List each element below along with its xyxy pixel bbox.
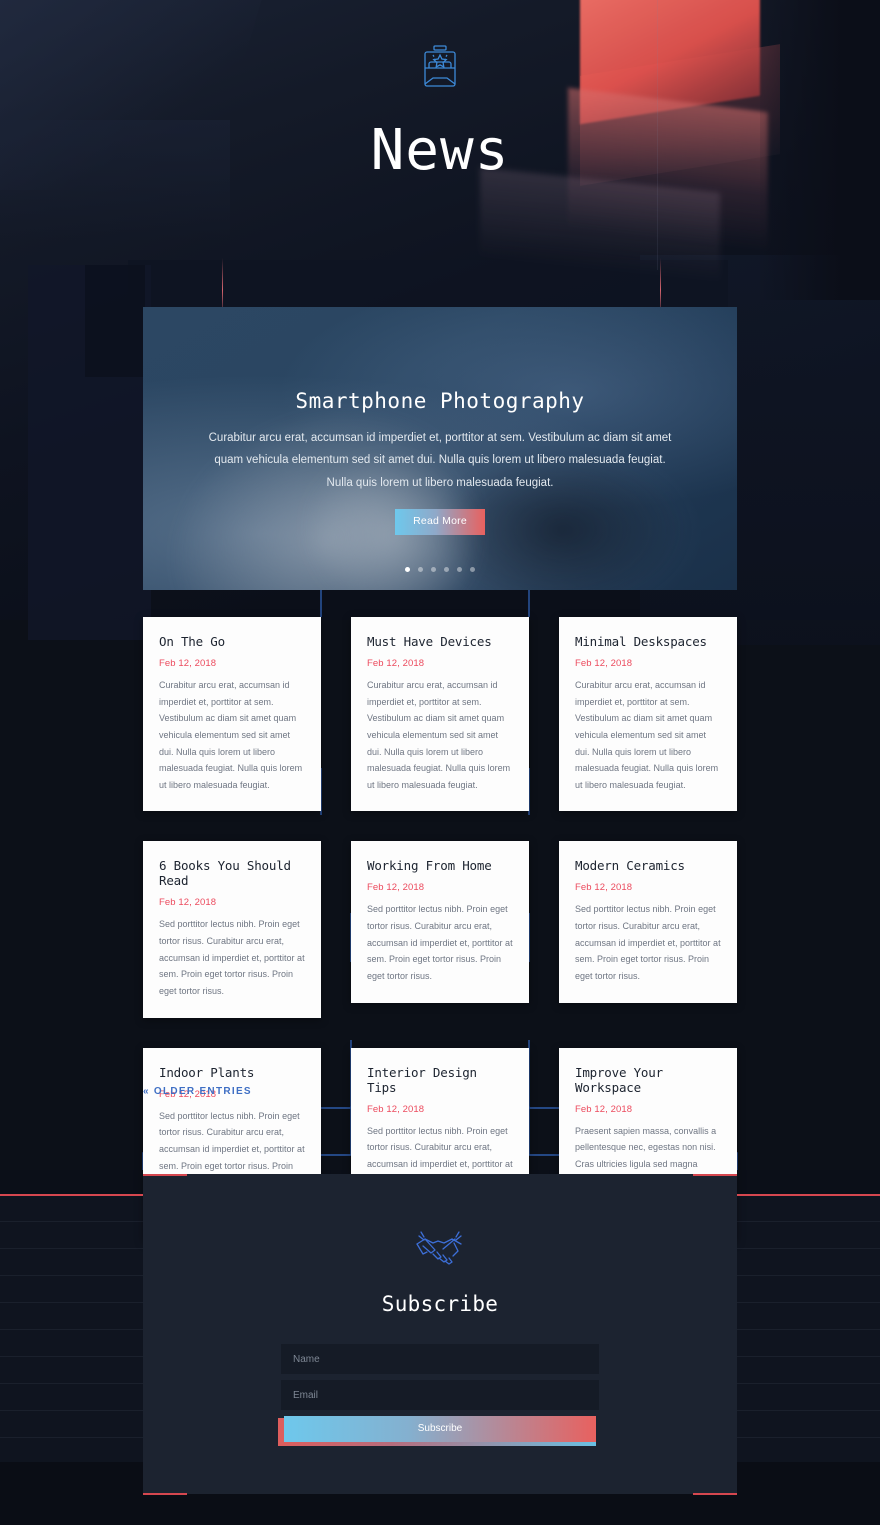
post-title: Interior Design Tips [367, 1064, 477, 1095]
subscribe-accent-top-left [143, 1174, 187, 1176]
post-card[interactable]: Must Have Devices Feb 12, 2018 Curabitur… [351, 617, 529, 812]
post-excerpt: Sed porttitor lectus nibh. Proin eget to… [367, 904, 513, 982]
hero-title: Smartphone Photography [295, 389, 585, 413]
post-date: Feb 12, 2018 [159, 658, 217, 669]
post-card[interactable]: Working From Home Feb 12, 2018 Sed portt… [351, 841, 529, 1003]
post-row-2: 6 Books You Should Read Feb 12, 2018 Sed… [143, 841, 737, 1018]
post-title: Must Have Devices [367, 634, 492, 649]
footer-accent-right [730, 1194, 880, 1196]
subscribe-accent-top-right [693, 1174, 737, 1176]
carousel-dots[interactable] [143, 567, 737, 572]
footer-accent-left [0, 1194, 150, 1196]
subscribe-card: Subscribe Subscribe [143, 1174, 737, 1494]
post-excerpt: Curabitur arcu erat, accumsan id imperdi… [159, 680, 303, 790]
post-date: Feb 12, 2018 [367, 1103, 425, 1115]
handshake-icon [416, 1231, 462, 1265]
subscribe-form: Subscribe [278, 1344, 599, 1446]
post-excerpt: Sed porttitor lectus nibh. Proin eget to… [575, 904, 721, 982]
hero-slider[interactable]: Smartphone Photography Curabitur arcu er… [143, 307, 737, 590]
post-excerpt: Sed porttitor lectus nibh. Proin eget to… [159, 919, 305, 997]
post-card[interactable]: 6 Books You Should Read Feb 12, 2018 Sed… [143, 841, 321, 1018]
post-grid: On The Go Feb 12, 2018 Curabitur arcu er… [143, 617, 737, 1241]
post-title: Modern Ceramics [575, 858, 685, 874]
post-card[interactable]: On The Go Feb 12, 2018 Curabitur arcu er… [143, 617, 321, 812]
read-more-button[interactable]: Read More [395, 509, 485, 535]
subscribe-title: Subscribe [381, 1292, 499, 1316]
post-card[interactable]: Modern Ceramics Feb 12, 2018 Sed porttit… [559, 841, 737, 1003]
subscribe-button-wrapper: Subscribe [278, 1416, 599, 1446]
post-row-1: On The Go Feb 12, 2018 Curabitur arcu er… [143, 617, 737, 812]
hero-description: Curabitur arcu erat, accumsan id imperdi… [208, 432, 672, 489]
page-title: News [370, 118, 510, 183]
post-date: Feb 12, 2018 [367, 658, 425, 669]
post-date: Feb 12, 2018 [575, 658, 633, 669]
subscribe-accent-bottom-right [693, 1493, 737, 1495]
post-title: 6 Books You Should Read [159, 858, 291, 889]
email-input[interactable] [281, 1380, 599, 1410]
carousel-dot[interactable] [444, 567, 449, 572]
post-date: Feb 12, 2018 [159, 897, 217, 909]
post-date: Feb 12, 2018 [367, 882, 425, 894]
post-date: Feb 12, 2018 [575, 1103, 633, 1115]
post-title: Improve Your Workspace [575, 1064, 663, 1095]
older-entries-label: Older Entries [153, 1086, 252, 1097]
post-title: On The Go [159, 634, 225, 649]
carousel-dot[interactable] [405, 567, 410, 572]
carousel-dot[interactable] [418, 567, 423, 572]
post-excerpt: Curabitur arcu erat, accumsan id imperdi… [575, 680, 719, 790]
subscribe-accent-bottom-left [143, 1493, 187, 1495]
post-card[interactable]: Minimal Deskspaces Feb 12, 2018 Curabitu… [559, 617, 737, 812]
page-header: News [0, 0, 880, 183]
post-excerpt: Curabitur arcu erat, accumsan id imperdi… [367, 680, 511, 790]
carousel-dot[interactable] [457, 567, 462, 572]
older-entries-link[interactable]: «Older Entries [143, 1086, 252, 1097]
post-title: Indoor Plants [159, 1064, 255, 1080]
subscribe-button[interactable]: Subscribe [284, 1416, 596, 1442]
carousel-dot[interactable] [431, 567, 436, 572]
carousel-dot[interactable] [470, 567, 475, 572]
chevron-left-icon: « [143, 1086, 150, 1097]
briefcase-star-icon [424, 45, 456, 87]
post-date: Feb 12, 2018 [575, 882, 633, 894]
page-root: News Smartphone Photography Curabitur ar… [0, 0, 880, 1525]
post-title: Minimal Deskspaces [575, 634, 707, 649]
post-title: Working From Home [367, 858, 492, 874]
name-input[interactable] [281, 1344, 599, 1374]
